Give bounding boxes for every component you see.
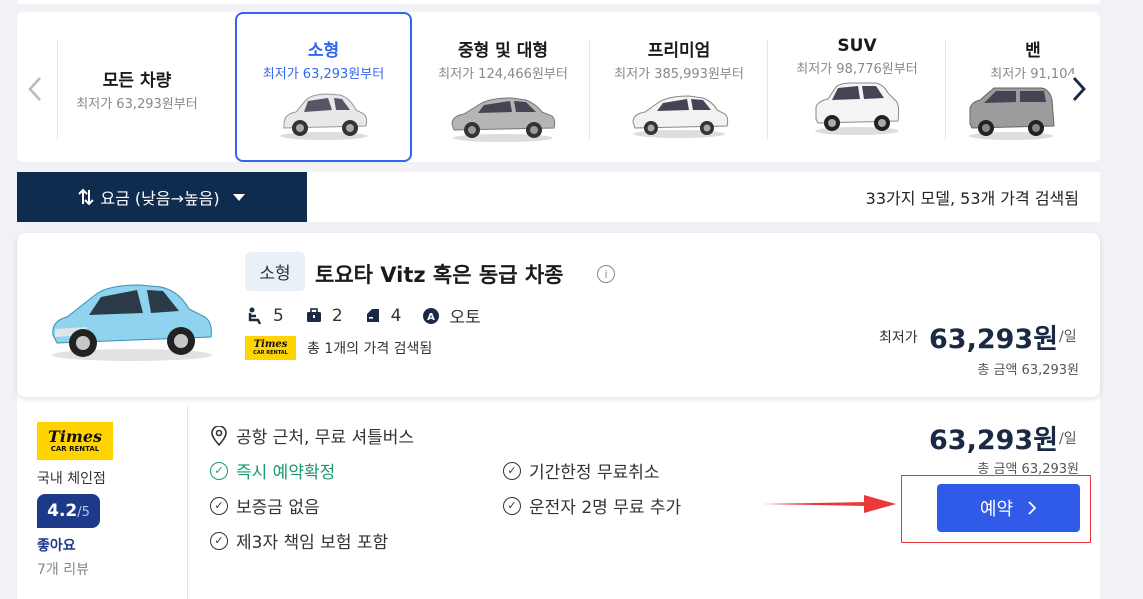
category-suv[interactable]: SUV 최저가 98,776원부터 [769, 12, 945, 162]
suv-car-image [815, 82, 900, 135]
car-result-card[interactable]: 소형 토요타 Vitz 혹은 동급 차종 i 5 2 4 A 오토 Times … [17, 233, 1100, 397]
luggage-icon [306, 307, 321, 322]
car-title: 토요타 Vitz 혹은 동급 차종 [315, 263, 564, 287]
category-name: 밴 [1025, 41, 1041, 61]
car-type-chip: 소형 [245, 252, 305, 291]
results-summary: 33가지 모델, 53개 가격 검색됨 [865, 189, 1079, 208]
feature-instant-confirm: ✓ 즉시 예약확정 [210, 458, 335, 483]
sort-icon [78, 188, 95, 206]
feature-insurance: ✓ 제3자 책임 보험 포함 [210, 528, 388, 553]
carousel-next-button[interactable] [1069, 74, 1089, 104]
compact-car-image [279, 93, 368, 140]
category-name: 프리미엄 [647, 41, 711, 61]
check-circle-icon: ✓ [210, 496, 228, 515]
lowest-price: 63,293원 [929, 324, 1059, 355]
per-day-label: /일 [1059, 431, 1077, 447]
feature-location: 공항 근처, 무료 셔틀버스 [210, 423, 414, 448]
review-count-link[interactable]: 7개 리뷰 [37, 559, 89, 579]
divider [57, 40, 58, 140]
divider [187, 406, 188, 599]
car-image [52, 284, 212, 361]
info-icon[interactable]: i [597, 265, 615, 283]
category-price: 최저가 385,993원부터 [614, 67, 744, 82]
car-door-icon [366, 308, 379, 322]
category-all[interactable]: 모든 차량 최저가 63,293원부터 [57, 12, 217, 162]
category-compact[interactable]: 소형 최저가 63,293원부터 [235, 12, 412, 162]
check-circle-icon: ✓ [503, 461, 521, 480]
book-button[interactable]: 예약 [937, 484, 1080, 532]
category-price: 최저가 124,466원부터 [438, 67, 568, 82]
results-summary-bar: 33가지 모델, 53개 가격 검색됨 [307, 172, 1100, 222]
premium-car-image [632, 95, 729, 138]
from-label: 최저가 [879, 330, 918, 346]
automatic-transmission-icon: A [423, 307, 440, 324]
chevron-right-icon [1072, 77, 1086, 101]
feature-extra-driver: ✓ 운전자 2명 무료 추가 [503, 493, 681, 518]
chevron-right-icon [1028, 501, 1037, 515]
feature-no-deposit: ✓ 보증금 없음 [210, 493, 320, 518]
seat-icon [248, 307, 262, 325]
per-day-label: /일 [1059, 329, 1077, 345]
supplier-logo: Times CAR RENTAL [37, 422, 113, 460]
category-name: 모든 차량 [102, 71, 172, 91]
sedan-car-image [451, 97, 556, 142]
price-count: 총 1개의 가격 검색됨 [307, 341, 433, 357]
category-name: 중형 및 대형 [457, 41, 549, 61]
annotation-arrow-icon [760, 495, 896, 513]
van-car-image [969, 87, 1055, 140]
divider [589, 40, 590, 140]
supplier-logo-small: Times CAR RENTAL [245, 336, 296, 360]
check-circle-icon: ✓ [503, 496, 521, 515]
feature-free-cancel: ✓ 기간한정 무료취소 [503, 458, 660, 483]
divider [945, 40, 946, 140]
location-pin-icon [211, 425, 227, 446]
total-price: 총 금액 63,293원 [977, 363, 1079, 378]
category-price: 최저가 63,293원부터 [76, 97, 198, 112]
spec-bags: 2 [306, 306, 343, 326]
category-name: SUV [837, 36, 877, 56]
caret-down-icon [232, 194, 245, 201]
offer-price: 63,293원 [929, 425, 1059, 456]
check-circle-icon: ✓ [210, 531, 228, 550]
category-name: 소형 [307, 41, 340, 61]
chevron-left-icon [28, 77, 41, 101]
previous-card-edge [17, 0, 1100, 4]
supplier-type: 국내 체인점 [37, 471, 106, 487]
category-price: 최저가 98,776원부터 [796, 62, 918, 77]
sort-label: 요금 (낮음→높음) [100, 189, 220, 208]
rating-word: 좋아요 [37, 538, 76, 554]
spec-doors: 4 [365, 306, 401, 326]
check-circle-icon: ✓ [210, 461, 228, 480]
category-price: 최저가 63,293원부터 [262, 67, 385, 82]
car-specs: 5 2 4 A 오토 [247, 303, 503, 328]
spec-transmission: A 오토 [423, 303, 481, 328]
sort-dropdown[interactable]: 요금 (낮음→높음) [17, 172, 307, 222]
category-carousel: 모든 차량 최저가 63,293원부터 소형 최저가 63,293원부터 중형 … [17, 12, 1100, 162]
rating-badge: 4.2 /5 [37, 494, 100, 528]
spec-seats: 5 [247, 306, 284, 326]
divider [767, 40, 768, 140]
svg-text:A: A [428, 312, 436, 323]
carousel-prev-button[interactable] [25, 74, 45, 104]
category-premium[interactable]: 프리미엄 최저가 385,993원부터 [591, 12, 767, 162]
category-midsize-large[interactable]: 중형 및 대형 최저가 124,466원부터 [417, 12, 589, 162]
